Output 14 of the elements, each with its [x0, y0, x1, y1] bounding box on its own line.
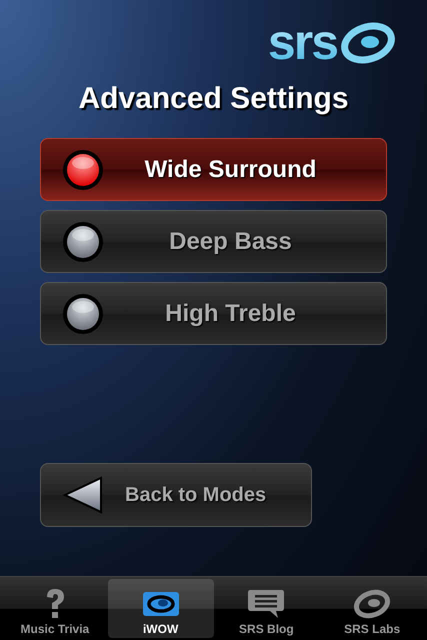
page-title: Advanced Settings	[77, 82, 350, 116]
setting-label: Deep Bass	[168, 228, 293, 256]
tab[interactable]: SRS Labs	[319, 579, 425, 638]
left-arrow-icon	[61, 475, 105, 515]
tab[interactable]: SRS Blog	[214, 579, 320, 638]
setting-toggle[interactable]: High Treble	[40, 282, 387, 345]
tab[interactable]: iWOW	[108, 579, 214, 638]
setting-label: High Treble	[164, 300, 297, 328]
setting-label: Wide Surround	[144, 156, 318, 184]
tab[interactable]: Music Trivia	[2, 579, 108, 638]
back-button[interactable]: Back to Modes	[40, 463, 312, 527]
swirl-logo-icon	[339, 20, 397, 64]
setting-toggle[interactable]: Wide Surround	[40, 138, 387, 201]
setting-toggle[interactable]: Deep Bass	[40, 210, 387, 273]
